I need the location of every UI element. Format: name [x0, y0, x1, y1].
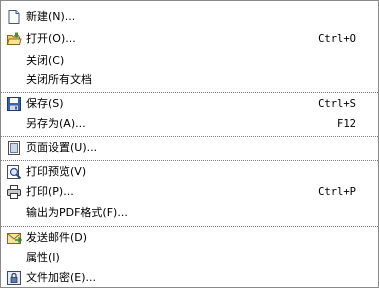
file-menu: 新建(N)... 打开(O)... Ctrl+O 关闭(C) 关闭所有文档 保存… — [0, 0, 379, 288]
open-folder-icon — [6, 31, 22, 47]
menu-item-close-all[interactable]: 关闭所有文档 — [1, 69, 378, 91]
encrypt-file-icon — [6, 270, 22, 286]
menu-item-shortcut: Ctrl+O — [318, 33, 356, 45]
printer-icon — [6, 184, 22, 200]
menu-item-shortcut: Ctrl+S — [318, 98, 356, 110]
menu-item-label: 属性(I) — [26, 251, 60, 264]
menu-item-label: 另存为(A)... — [26, 117, 86, 130]
menu-item-label: 文件加密(E)... — [26, 271, 97, 284]
menu-item-encrypt-file[interactable]: 文件加密(E)... — [1, 267, 378, 289]
menu-item-export-pdf[interactable]: 输出为PDF格式(F)... — [1, 202, 378, 224]
menu-item-save-as[interactable]: 另存为(A)... F12 — [1, 113, 378, 135]
print-preview-icon — [6, 164, 22, 180]
menu-item-label: 保存(S) — [26, 97, 64, 110]
menu-item-new[interactable]: 新建(N)... — [1, 6, 378, 28]
menu-item-label: 打开(O)... — [26, 32, 76, 45]
menu-item-label: 关闭(C) — [26, 54, 65, 67]
menu-item-label: 页面设置(U)... — [26, 141, 98, 154]
page-setup-icon — [6, 140, 22, 156]
menu-item-label: 新建(N)... — [26, 10, 76, 23]
menu-item-shortcut: F12 — [337, 118, 356, 130]
new-document-icon — [6, 9, 22, 25]
send-mail-icon — [6, 230, 23, 246]
menu-item-label: 输出为PDF格式(F)... — [26, 206, 128, 219]
menu-item-print-preview[interactable]: 打印预览(V) — [1, 161, 378, 183]
menu-item-properties[interactable]: 属性(I) — [1, 247, 378, 269]
menu-item-label: 打印预览(V) — [26, 165, 87, 178]
menu-item-label: 发送邮件(D) — [26, 231, 88, 244]
menu-item-label: 打印(P)... — [26, 185, 74, 198]
menu-item-send-mail[interactable]: 发送邮件(D) — [1, 227, 378, 249]
menu-item-page-setup[interactable]: 页面设置(U)... — [1, 137, 378, 159]
menu-item-label: 关闭所有文档 — [26, 73, 92, 86]
menu-item-save[interactable]: 保存(S) Ctrl+S — [1, 93, 378, 115]
menu-item-shortcut: Ctrl+P — [318, 186, 356, 198]
menu-item-open[interactable]: 打开(O)... Ctrl+O — [1, 28, 378, 50]
save-disk-icon — [6, 96, 22, 112]
menu-item-print[interactable]: 打印(P)... Ctrl+P — [1, 181, 378, 203]
